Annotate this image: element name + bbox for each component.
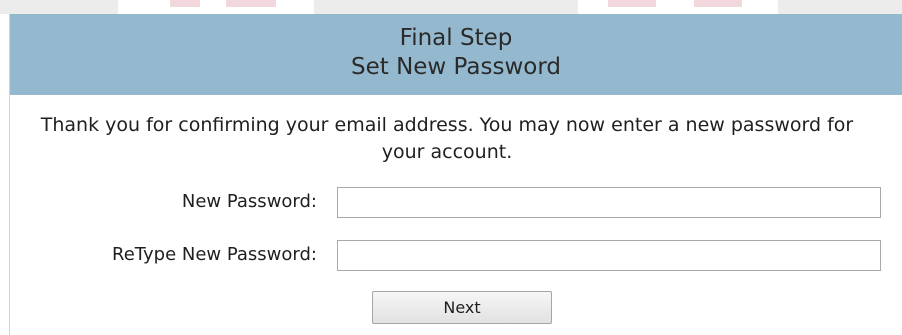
retype-password-input[interactable] [337, 240, 881, 271]
retype-password-label: ReType New Password: [112, 244, 317, 265]
next-button[interactable]: Next [372, 291, 552, 324]
new-password-row: New Password: [10, 186, 902, 220]
top-strip-accent [694, 0, 742, 7]
set-password-panel: Final Step Set New Password Thank you fo… [9, 14, 902, 335]
new-password-label: New Password: [181, 191, 317, 212]
top-strip-accent [226, 0, 276, 7]
intro-message: Thank you for confirming your email addr… [40, 114, 854, 163]
new-password-input[interactable] [337, 187, 881, 218]
panel-header: Final Step Set New Password [10, 14, 902, 95]
header-page-title: Set New Password [351, 54, 561, 80]
top-strip-accent [608, 0, 656, 7]
top-strip [0, 0, 902, 14]
header-step-title: Final Step [399, 25, 513, 51]
top-strip-accent [170, 0, 200, 7]
retype-password-row: ReType New Password: [10, 239, 902, 273]
top-strip-segment [118, 0, 314, 14]
